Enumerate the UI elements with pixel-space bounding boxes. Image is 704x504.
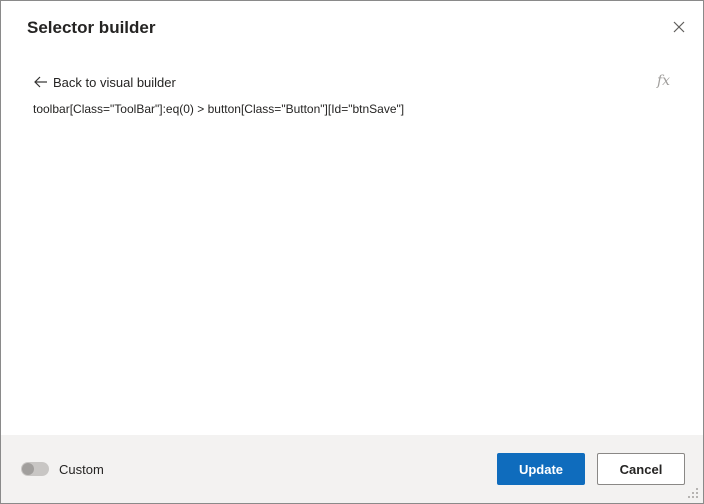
dialog-title: Selector builder — [27, 18, 156, 37]
close-icon — [673, 21, 685, 33]
back-link-label: Back to visual builder — [53, 74, 176, 90]
selector-editor-text[interactable]: toolbar[Class="ToolBar"]:eq(0) > button[… — [33, 102, 404, 116]
selector-builder-dialog: Selector builder Back to visual builder … — [0, 0, 704, 504]
update-button[interactable]: Update — [497, 453, 585, 485]
dialog-footer: Custom Update Cancel — [1, 435, 703, 503]
arrow-left-icon — [34, 76, 47, 88]
resize-grip-icon[interactable] — [687, 487, 699, 499]
custom-toggle[interactable] — [21, 462, 49, 476]
back-to-visual-builder-link[interactable]: Back to visual builder — [33, 74, 176, 90]
toggle-knob — [22, 463, 34, 475]
function-icon[interactable]: fx — [657, 73, 670, 89]
close-button[interactable] — [669, 17, 689, 37]
cancel-button[interactable]: Cancel — [597, 453, 685, 485]
custom-toggle-label: Custom — [59, 462, 104, 477]
